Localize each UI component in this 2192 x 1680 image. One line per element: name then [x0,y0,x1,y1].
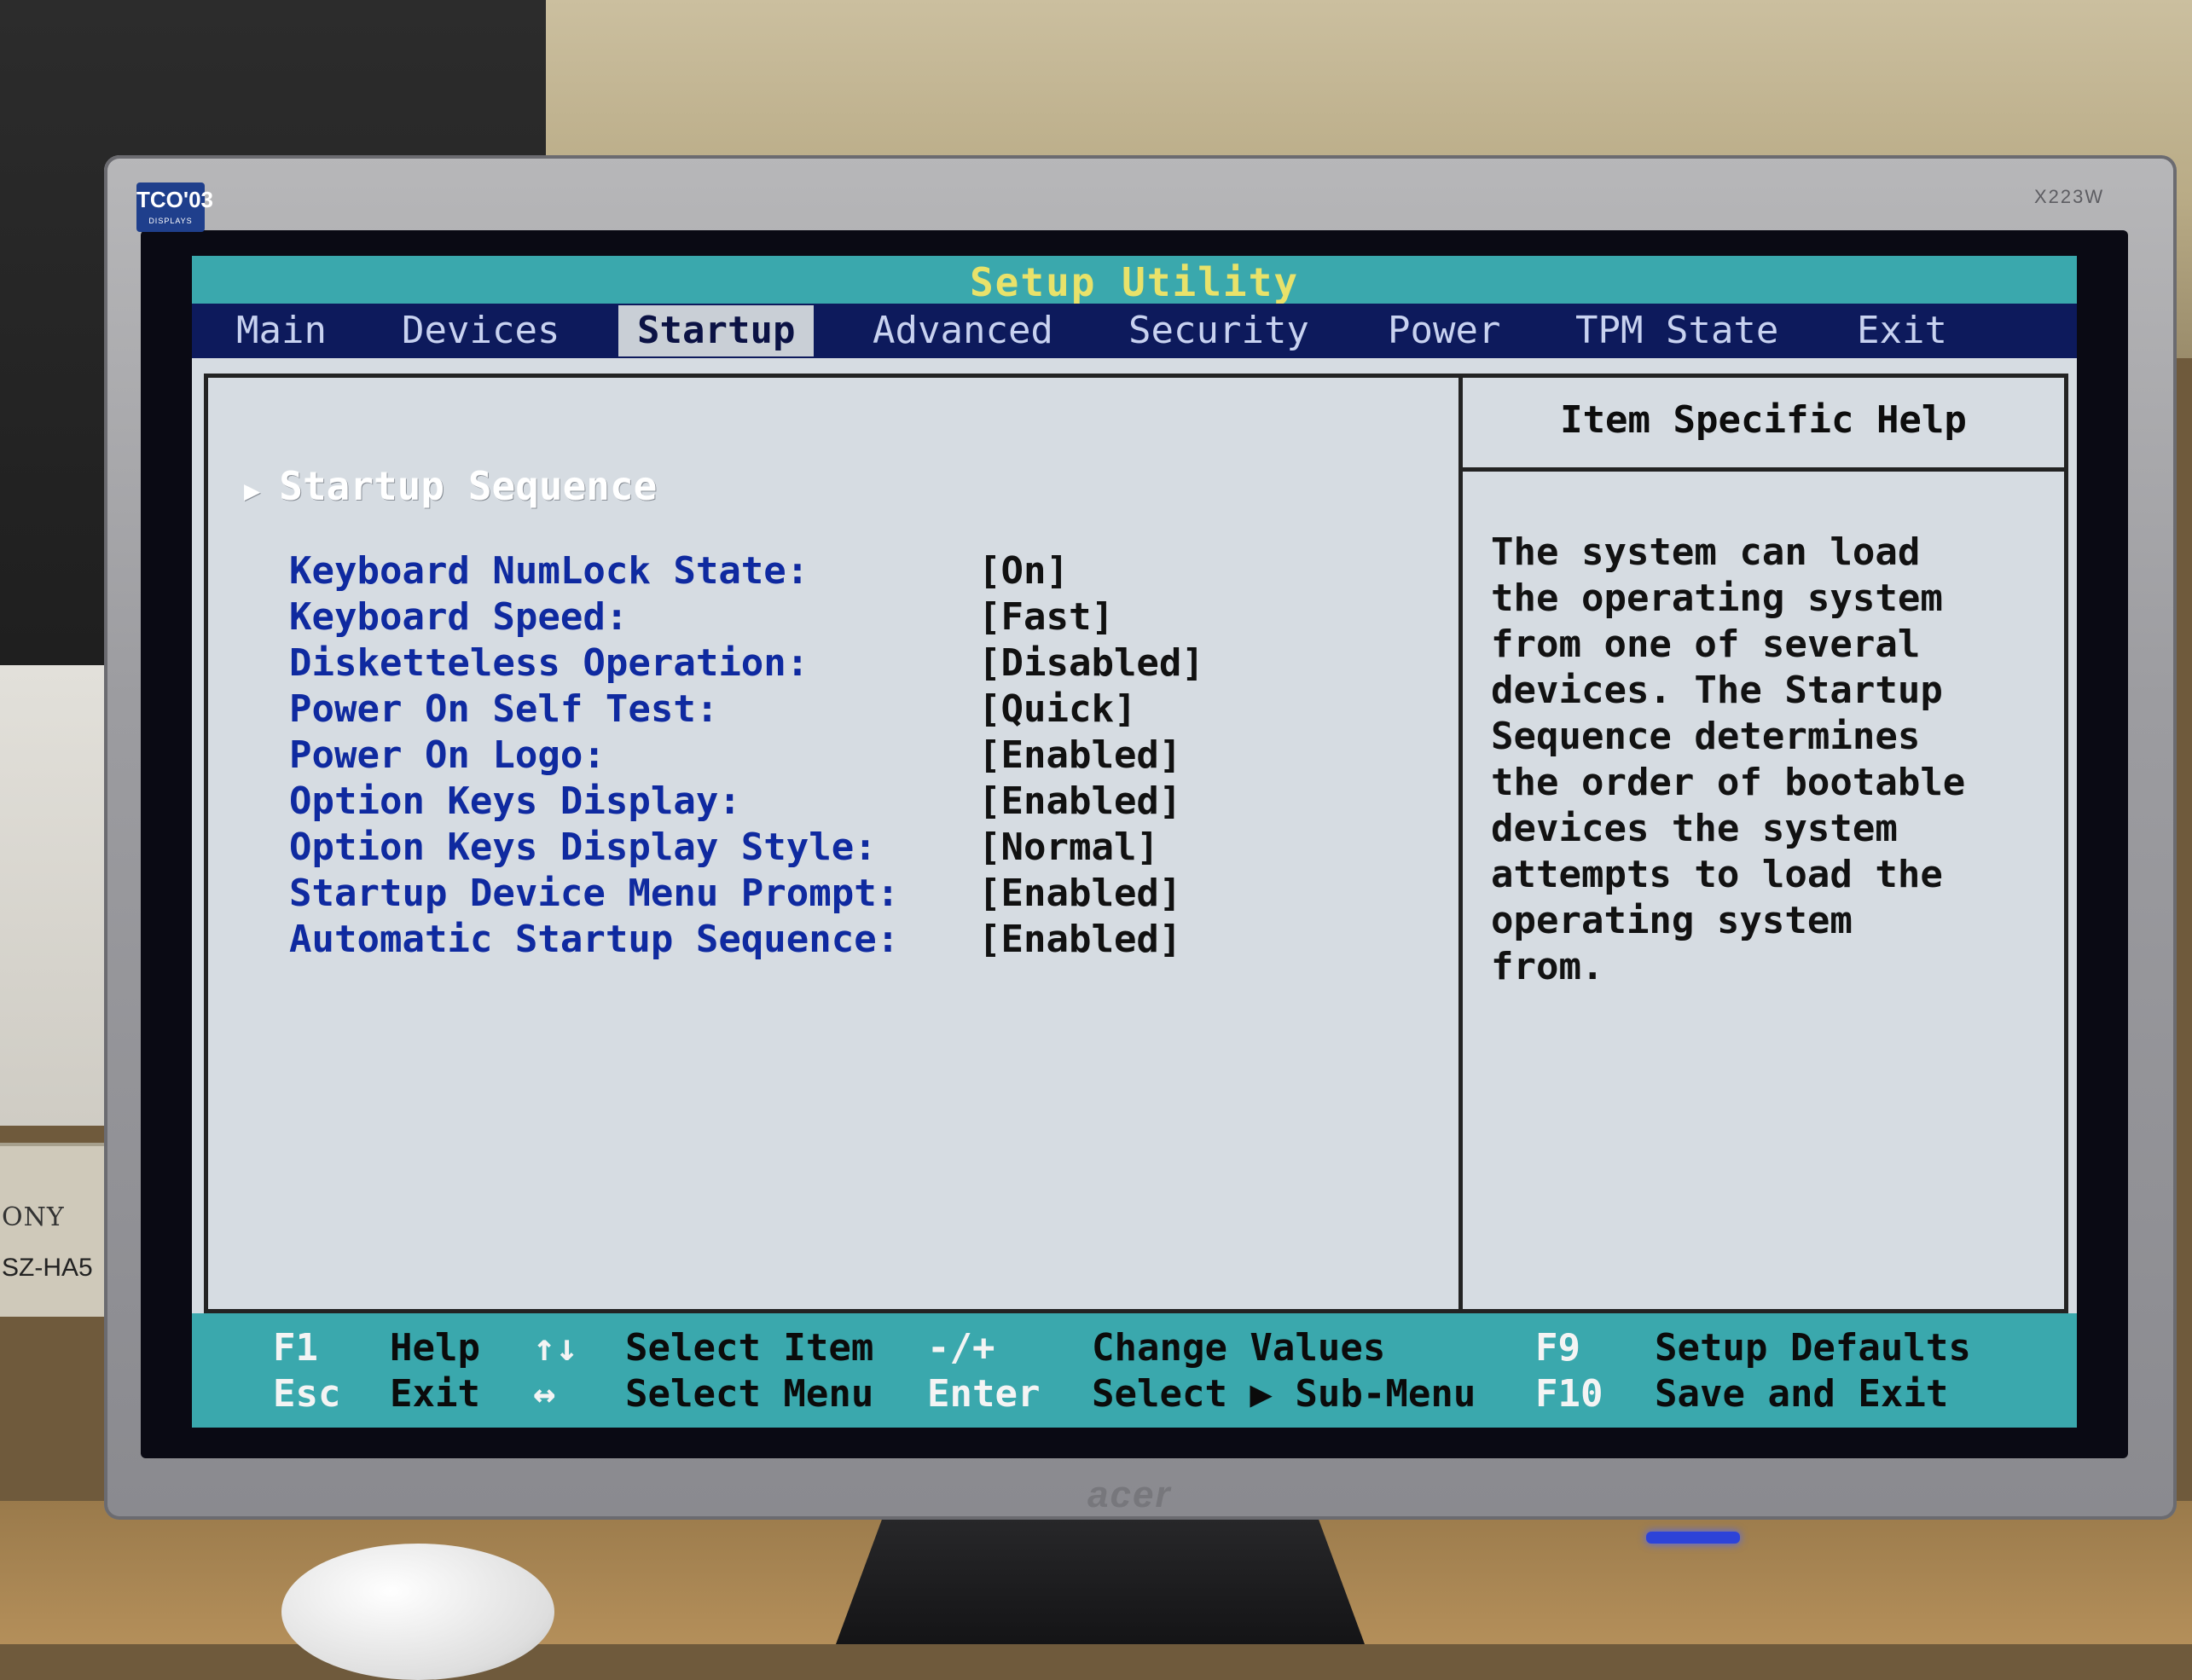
key-esc: Esc [273,1372,341,1416]
power-led [1646,1532,1740,1544]
menu-power[interactable]: Power [1369,305,1519,356]
setting-label: Power On Logo: [289,733,606,777]
key-leftright: ↔ [533,1372,556,1416]
menu-exit[interactable]: Exit [1838,305,1966,356]
key-minus-plus: -/+ [927,1326,995,1370]
setting-label: Power On Self Test: [289,687,719,731]
key-f9: F9 [1535,1326,1580,1370]
setting-row[interactable]: Startup Device Menu Prompt: [Enabled] [289,871,1398,917]
box-brand: ONY [2,1202,65,1232]
setting-row[interactable]: Keyboard NumLock State: [On] [289,548,1398,594]
setting-row[interactable]: Power On Logo: [Enabled] [289,733,1398,779]
setting-row[interactable]: Power On Self Test: [Quick] [289,686,1398,733]
key-leftright-desc: Select Menu [625,1372,874,1416]
help-line: the order of bootable [1491,761,1966,804]
setting-value[interactable]: [Normal] [978,825,1159,871]
setting-value[interactable]: [Disabled] [978,640,1204,686]
help-line: Sequence determines [1491,715,1921,758]
help-title: Item Specific Help [1463,378,2064,472]
setting-value[interactable]: [Fast] [978,594,1114,640]
menu-devices[interactable]: Devices [383,305,578,356]
setting-row[interactable]: Keyboard Speed: [Fast] [289,594,1398,640]
setting-label: Automatic Startup Sequence: [289,918,900,961]
key-f1-desc: Help [390,1326,480,1370]
tco-badge-text: TCO'03 [136,187,213,212]
monitor-stand [836,1501,1365,1644]
setting-value[interactable]: [On] [978,548,1069,594]
help-line: from one of several [1491,623,1921,666]
setting-row[interactable]: Disketteless Operation: [Disabled] [289,640,1398,686]
help-line: The system can load [1491,530,1921,574]
setting-value[interactable]: [Enabled] [978,733,1181,779]
menu-security[interactable]: Security [1110,305,1328,356]
setting-row[interactable]: Option Keys Display Style: [Normal] [289,825,1398,871]
tco-badge-sub: DISPLAYS [148,217,193,225]
setting-value[interactable]: [Enabled] [978,779,1181,825]
setting-row[interactable]: Automatic Startup Sequence: [Enabled] [289,917,1398,963]
key-f10: F10 [1535,1372,1603,1416]
bios-screen: Setup Utility Main Devices Startup Advan… [192,256,2077,1428]
submenu-arrow-icon: ▶ [244,474,261,507]
menu-bar: Main Devices Startup Advanced Security P… [192,304,2077,358]
monitor-model: X223W [2034,186,2105,207]
menu-tpm-state[interactable]: TPM State [1557,305,1797,356]
key-minus-plus-desc: Change Values [1092,1326,1386,1370]
setting-label: Option Keys Display: [289,779,741,823]
key-f9-desc: Setup Defaults [1655,1326,1971,1370]
help-line: from. [1491,945,1604,988]
setting-label: Startup Device Menu Prompt: [289,872,900,915]
help-panel: Item Specific Help The system can load t… [1458,374,2068,1313]
key-updown: ↑↓ [533,1326,578,1370]
key-esc-desc: Exit [390,1372,480,1416]
setting-value[interactable]: [Enabled] [978,917,1181,963]
submenu-label: Startup Sequence [279,463,658,509]
mouse [281,1544,554,1680]
key-f1: F1 [273,1326,318,1370]
help-text: The system can load the operating system… [1491,530,1965,990]
key-enter-desc: Select ▶ Sub-Menu [1092,1372,1476,1416]
setting-label: Option Keys Display Style: [289,826,877,869]
setting-value[interactable]: [Quick] [978,686,1136,733]
help-line: operating system [1491,899,1853,942]
setting-label: Keyboard Speed: [289,595,629,639]
tco-badge: TCO'03 DISPLAYS [136,182,213,232]
menu-main[interactable]: Main [217,305,345,356]
help-line: devices the system [1491,807,1898,850]
brand-logo: acer [1087,1474,1172,1515]
help-line: devices. The Startup [1491,669,1943,712]
box-model: SZ-HA5 [2,1254,93,1282]
help-line: attempts to load the [1491,853,1943,896]
help-line: the operating system [1491,576,1943,620]
setting-value[interactable]: [Enabled] [978,871,1181,917]
setting-row[interactable]: Option Keys Display: [Enabled] [289,779,1398,825]
key-enter: Enter [927,1372,1041,1416]
settings-list: Keyboard NumLock State: [On] Keyboard Sp… [289,548,1398,963]
menu-startup[interactable]: Startup [618,305,815,356]
submenu-startup-sequence[interactable]: ▶ Startup Sequence [244,463,657,509]
title-bar: Setup Utility [192,256,2077,305]
footer-key-legend: F1 Help Esc Exit ↑↓ Select Item ↔ Select… [192,1313,2077,1428]
settings-panel: ▶ Startup Sequence Keyboard NumLock State… [204,374,1466,1313]
bios-title: Setup Utility [969,259,1300,305]
key-updown-desc: Select Item [625,1326,874,1370]
menu-advanced[interactable]: Advanced [854,305,1072,356]
setting-label: Keyboard NumLock State: [289,549,809,593]
setting-label: Disketteless Operation: [289,641,809,685]
key-f10-desc: Save and Exit [1655,1372,1949,1416]
